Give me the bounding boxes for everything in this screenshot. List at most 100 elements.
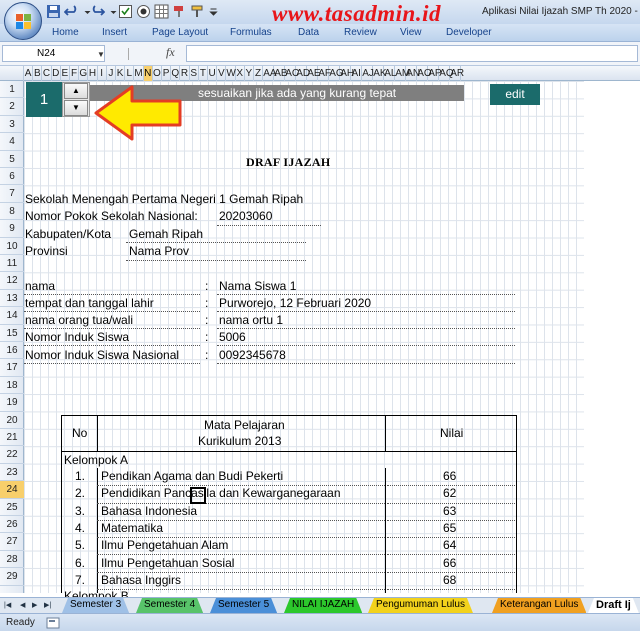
row-header[interactable]: 13: [0, 290, 24, 308]
row-header[interactable]: 18: [0, 377, 24, 395]
row-header[interactable]: 5: [0, 151, 24, 168]
row-header[interactable]: 4: [0, 133, 24, 151]
column-header[interactable]: T: [199, 66, 208, 81]
column-header[interactable]: S: [190, 66, 199, 81]
column-header[interactable]: H: [88, 66, 98, 81]
row-header[interactable]: 20: [0, 412, 24, 429]
column-header[interactable]: R: [180, 66, 190, 81]
column-header[interactable]: AJ: [362, 66, 374, 81]
edit-button[interactable]: edit: [490, 84, 540, 105]
radio-button-icon[interactable]: [136, 4, 151, 19]
tab-page-layout[interactable]: Page Layout: [152, 27, 208, 38]
column-header[interactable]: AB: [274, 66, 288, 81]
grid-icon[interactable]: [154, 4, 169, 19]
row-header[interactable]: 11: [0, 255, 24, 273]
tab-formulas[interactable]: Formulas: [230, 27, 272, 38]
column-header[interactable]: Y: [245, 66, 254, 81]
redo-icon[interactable]: [90, 4, 105, 19]
row-header[interactable]: 26: [0, 516, 24, 534]
column-header[interactable]: P: [162, 66, 172, 81]
row-header[interactable]: 19: [0, 394, 24, 412]
row-header[interactable]: 21: [0, 429, 24, 447]
column-header[interactable]: Z: [254, 66, 264, 81]
row-header[interactable]: 27: [0, 533, 24, 551]
macro-record-icon[interactable]: [46, 617, 60, 629]
sheet-tab[interactable]: NILAI IJAZAH: [284, 598, 362, 613]
spin-up-button[interactable]: ▲: [64, 83, 88, 99]
row-header[interactable]: 24: [0, 481, 24, 499]
column-header[interactable]: O: [153, 66, 162, 81]
next-sheet-icon[interactable]: ▶: [32, 601, 37, 609]
column-header[interactable]: AF: [318, 66, 331, 81]
column-header[interactable]: Q: [171, 66, 181, 81]
column-header[interactable]: AK: [373, 66, 387, 81]
sheet-tab[interactable]: Semester 4: [136, 598, 203, 613]
column-header[interactable]: U: [208, 66, 218, 81]
column-header[interactable]: AO: [417, 66, 432, 81]
tab-view[interactable]: View: [400, 27, 422, 38]
column-header[interactable]: AE: [307, 66, 321, 81]
column-header[interactable]: V: [217, 66, 227, 81]
sheet-tab[interactable]: Pengumuman Lulus: [368, 598, 473, 613]
column-header[interactable]: A: [24, 66, 34, 81]
sheet-tab[interactable]: Semester 5: [210, 598, 277, 613]
row-header[interactable]: 28: [0, 551, 24, 569]
active-cell-cursor[interactable]: [190, 487, 206, 504]
name-box[interactable]: N24: [2, 45, 105, 62]
column-header[interactable]: AN: [406, 66, 420, 81]
row-header[interactable]: 1: [0, 81, 24, 99]
column-header[interactable]: AC: [285, 66, 299, 81]
sheet-tab[interactable]: Draft Ij: [588, 598, 639, 613]
column-header[interactable]: AQ: [439, 66, 454, 81]
prev-sheet-icon[interactable]: ◀: [20, 601, 25, 609]
row-header[interactable]: 15: [0, 325, 24, 342]
row-header[interactable]: 12: [0, 272, 24, 290]
first-sheet-icon[interactable]: |◀: [4, 601, 11, 609]
tab-review[interactable]: Review: [344, 27, 377, 38]
column-header[interactable]: AD: [296, 66, 310, 81]
column-header[interactable]: W: [226, 66, 236, 81]
row-header[interactable]: 14: [0, 307, 24, 325]
column-header[interactable]: AL: [384, 66, 396, 81]
tab-home[interactable]: Home: [52, 27, 79, 38]
sheet-tab[interactable]: Keterangan Lulus: [492, 598, 586, 613]
spin-down-button[interactable]: ▼: [64, 100, 88, 116]
column-header[interactable]: E: [61, 66, 70, 81]
formula-input[interactable]: [186, 45, 638, 62]
column-header[interactable]: L: [125, 66, 135, 81]
row-header[interactable]: 10: [0, 238, 24, 255]
column-header[interactable]: AH: [340, 66, 354, 81]
column-header[interactable]: AR: [450, 66, 464, 81]
column-header[interactable]: AA: [263, 66, 277, 81]
customize-toolbar-icon[interactable]: [206, 4, 221, 19]
column-header[interactable]: AP: [428, 66, 442, 81]
row-header[interactable]: 29: [0, 568, 24, 586]
column-header[interactable]: M: [134, 66, 144, 81]
column-header[interactable]: F: [70, 66, 80, 81]
paint-icon[interactable]: [172, 4, 187, 19]
row-header[interactable]: 6: [0, 168, 24, 186]
tab-developer[interactable]: Developer: [446, 27, 492, 38]
column-header[interactable]: K: [116, 66, 126, 81]
column-header[interactable]: I: [98, 66, 107, 81]
column-header[interactable]: C: [42, 66, 52, 81]
column-header[interactable]: B: [33, 66, 43, 81]
office-button[interactable]: [4, 2, 42, 40]
row-header[interactable]: 25: [0, 499, 24, 516]
row-header[interactable]: 9: [0, 220, 24, 238]
row-header[interactable]: 2: [0, 98, 24, 116]
row-header[interactable]: 8: [0, 203, 24, 221]
column-header[interactable]: AG: [329, 66, 344, 81]
column-header[interactable]: N: [143, 66, 153, 81]
select-all-corner[interactable]: [0, 66, 24, 81]
row-header[interactable]: 3: [0, 116, 24, 134]
row-header[interactable]: 16: [0, 342, 24, 360]
insert-function-icon[interactable]: fx: [166, 45, 175, 60]
save-icon[interactable]: [46, 4, 61, 19]
column-header[interactable]: AM: [395, 66, 410, 81]
row-header[interactable]: 23: [0, 464, 24, 482]
tab-data[interactable]: Data: [298, 27, 319, 38]
column-header[interactable]: D: [52, 66, 61, 81]
checkbox-icon[interactable]: [118, 4, 133, 19]
column-header[interactable]: G: [79, 66, 89, 81]
